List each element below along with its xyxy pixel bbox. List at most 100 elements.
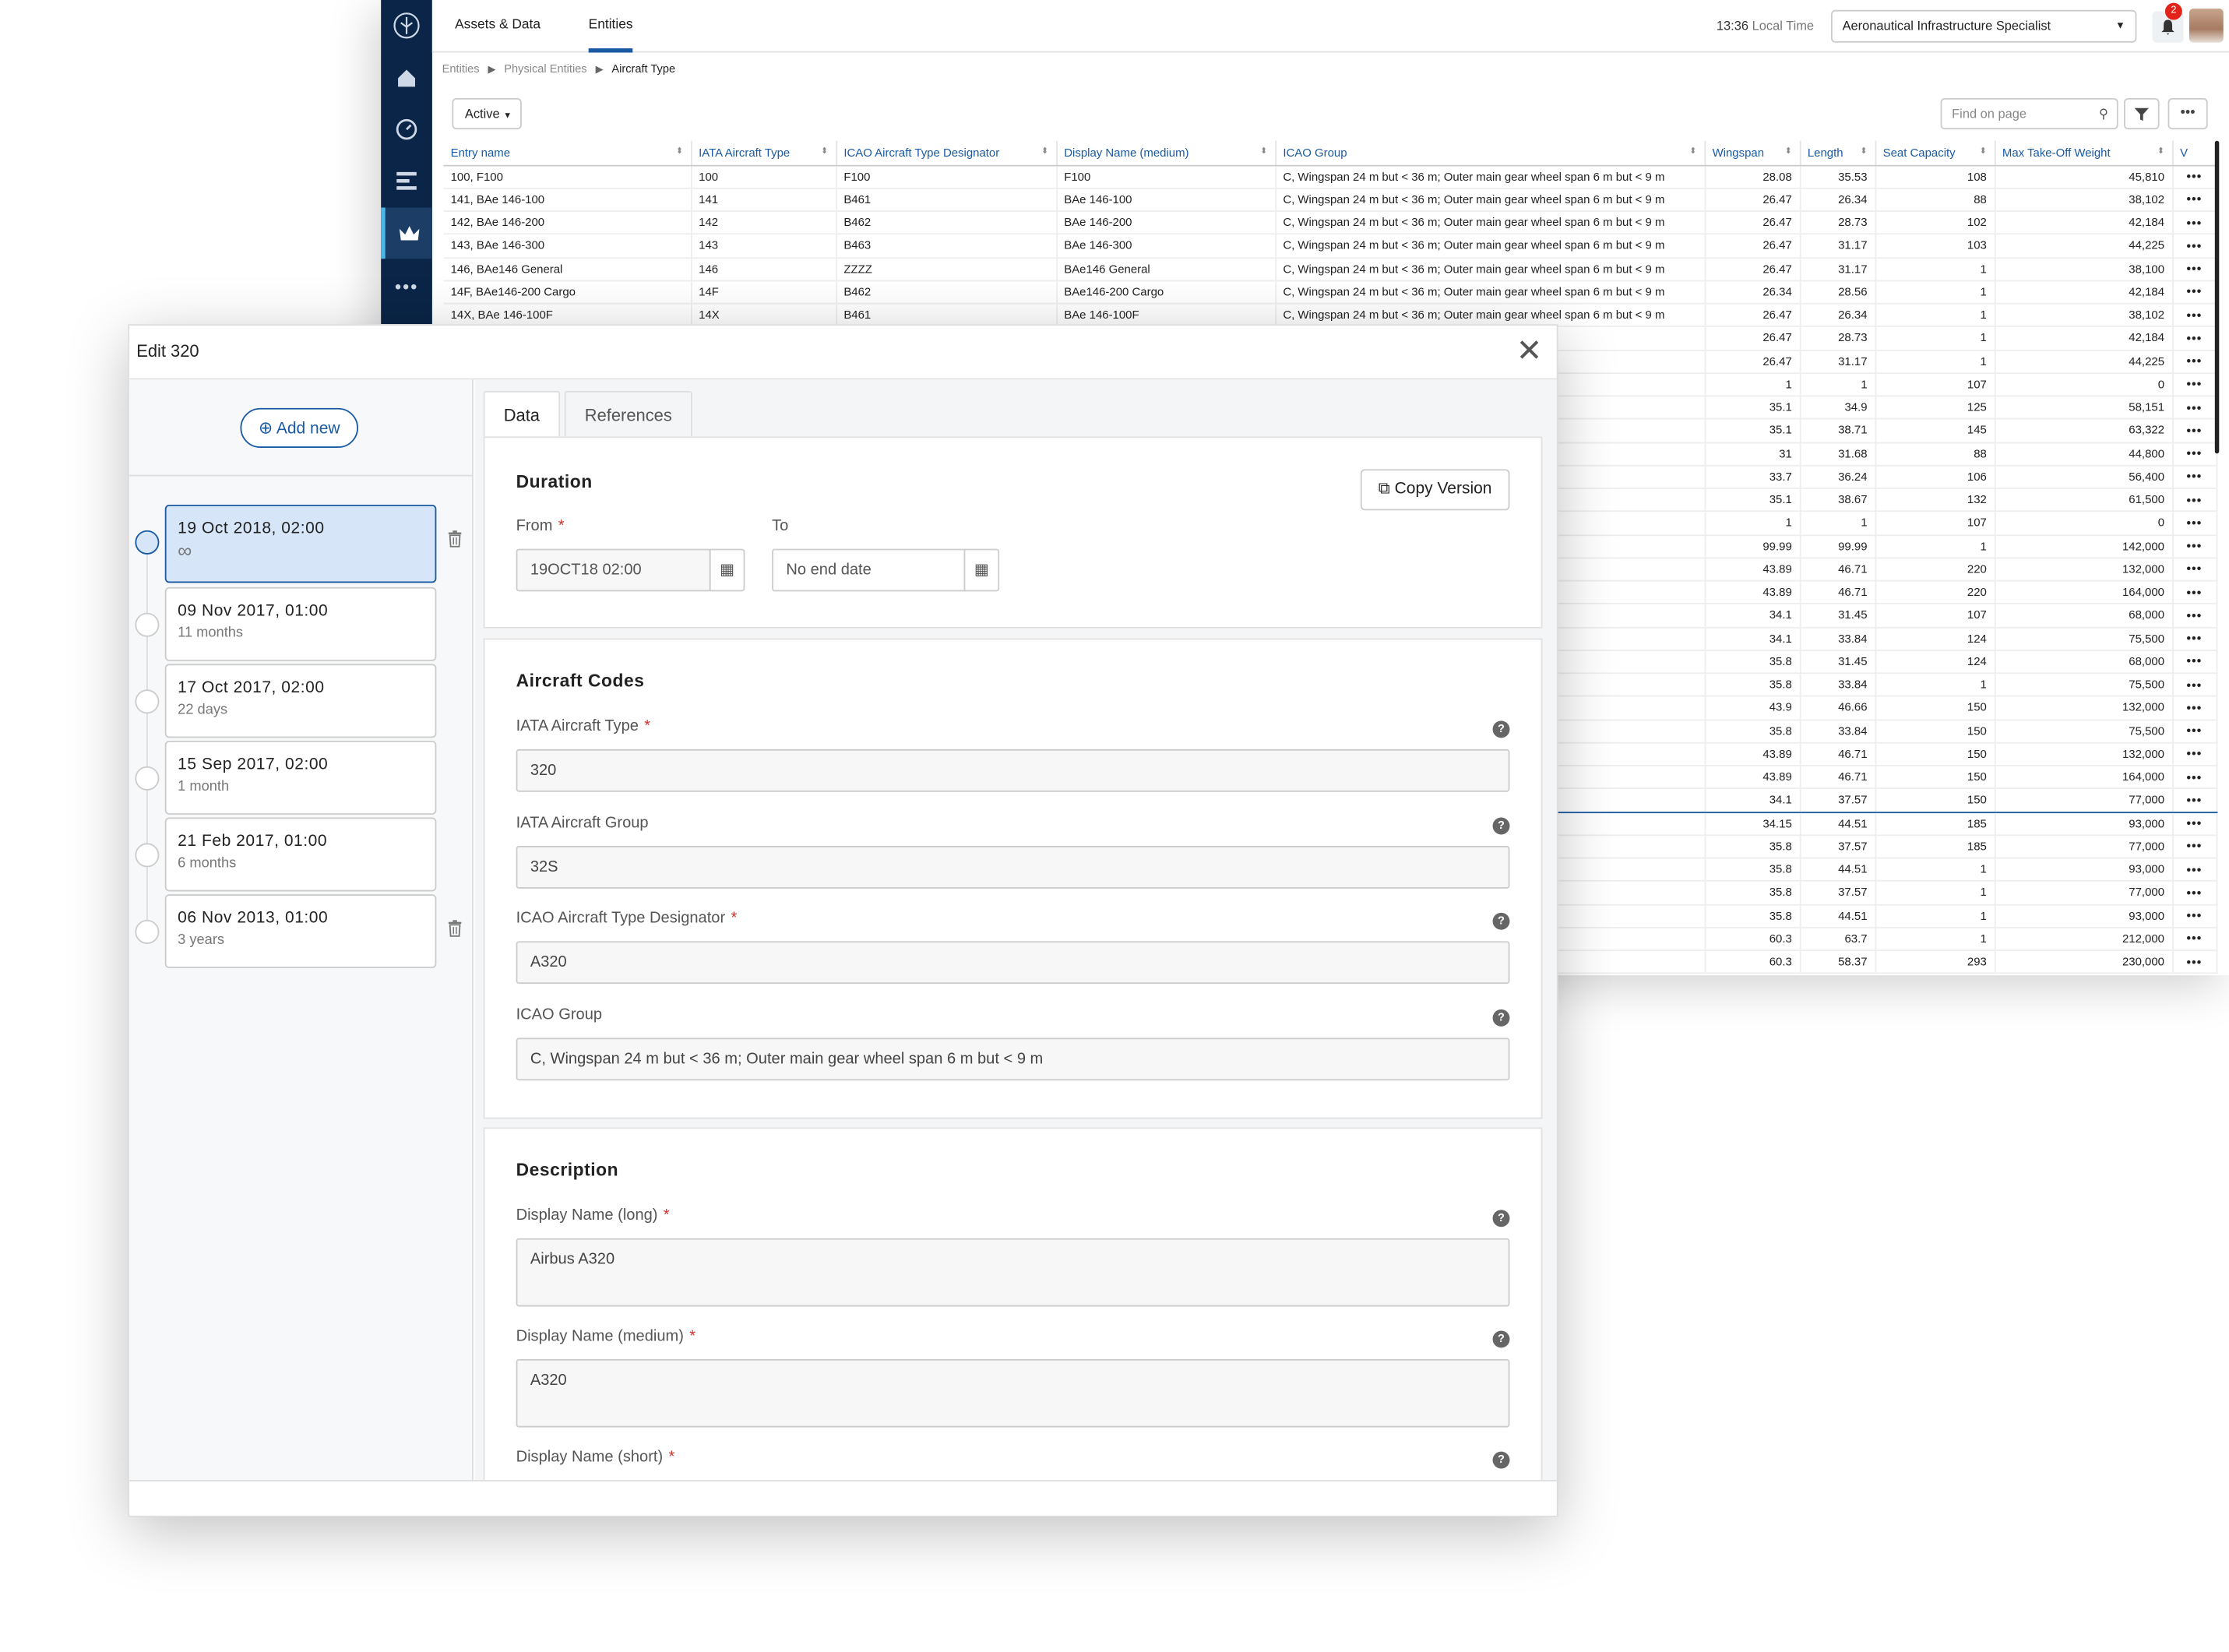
row-actions-icon[interactable]: ••• <box>2172 396 2217 420</box>
breadcrumb-entities[interactable]: Entities <box>442 62 480 75</box>
column-header[interactable]: ICAO Aircraft Type Designator ⬍ <box>836 140 1058 166</box>
column-header[interactable]: Length ⬍ <box>1799 140 1876 166</box>
close-icon[interactable]: ✕ <box>1516 333 1543 369</box>
sort-icon[interactable]: ⬍ <box>676 146 683 156</box>
from-date-input[interactable]: 19OCT18 02:00 <box>516 548 711 592</box>
status-filter-dropdown[interactable]: Active ▼ <box>452 97 522 130</box>
row-actions-icon[interactable]: ••• <box>2172 742 2217 766</box>
row-actions-icon[interactable]: ••• <box>2172 211 2217 235</box>
sort-icon[interactable]: ⬍ <box>2157 146 2164 156</box>
version-card[interactable]: 17 Oct 2017, 02:00 22 days <box>164 664 437 738</box>
row-actions-icon[interactable]: ••• <box>2172 257 2217 281</box>
column-header[interactable]: Entry name ⬍ <box>443 140 692 166</box>
to-date-input[interactable]: No end date <box>772 548 967 592</box>
column-header[interactable]: Max Take-Off Weight ⬍ <box>1994 140 2173 166</box>
row-actions-icon[interactable]: ••• <box>2172 719 2217 744</box>
gauge-icon[interactable] <box>381 104 432 155</box>
column-header[interactable]: ICAO Group ⬍ <box>1275 140 1706 166</box>
table-row[interactable]: 14F, BAe146-200 Cargo 14F B462 BAe146-200 C… <box>443 280 2217 305</box>
timeline-dot[interactable] <box>135 843 160 868</box>
row-actions-icon[interactable]: ••• <box>2172 950 2217 974</box>
column-header[interactable]: Display Name (medium) ⬍ <box>1056 140 1276 166</box>
timeline-dot[interactable] <box>135 766 160 791</box>
table-scrollbar[interactable] <box>2214 140 2220 454</box>
breadcrumb-physical-entities[interactable]: Physical Entities <box>504 62 586 75</box>
row-actions-icon[interactable]: ••• <box>2172 881 2217 905</box>
row-actions-icon[interactable]: ••• <box>2172 372 2217 397</box>
column-header[interactable]: IATA Aircraft Type ⬍ <box>691 140 837 166</box>
column-header[interactable]: V <box>2172 140 2217 166</box>
sort-icon[interactable]: ⬍ <box>1260 146 1267 156</box>
row-actions-icon[interactable]: ••• <box>2172 927 2217 952</box>
display-name-medium-textarea[interactable]: A320 <box>516 1358 1510 1428</box>
help-icon[interactable]: ? <box>1492 1210 1510 1228</box>
column-header[interactable]: Wingspan ⬍ <box>1704 140 1801 166</box>
version-card[interactable]: 09 Nov 2017, 01:00 11 months <box>164 586 437 661</box>
search-icon[interactable]: ⚲ <box>2099 100 2108 129</box>
timeline-dot[interactable] <box>135 530 160 555</box>
help-icon[interactable]: ? <box>1492 1009 1510 1027</box>
sort-icon[interactable]: ⬍ <box>1041 146 1048 156</box>
table-row[interactable]: 14X, BAe 146-100F 14X B461 BAe 146-100F C, W… <box>443 303 2217 328</box>
row-actions-icon[interactable]: ••• <box>2172 858 2217 882</box>
version-card[interactable]: 06 Nov 2013, 01:00 3 years <box>164 894 437 969</box>
filter-icon[interactable] <box>2123 97 2160 130</box>
avatar[interactable] <box>2189 8 2224 43</box>
help-icon[interactable]: ? <box>1492 912 1510 930</box>
row-actions-icon[interactable]: ••• <box>2172 188 2217 212</box>
calendar-icon[interactable]: ▦ <box>963 548 1000 592</box>
row-actions-icon[interactable]: ••• <box>2172 812 2217 836</box>
sort-icon[interactable]: ⬍ <box>1689 146 1696 156</box>
row-actions-icon[interactable]: ••• <box>2172 442 2217 467</box>
row-actions-icon[interactable]: ••• <box>2172 350 2217 374</box>
row-actions-icon[interactable]: ••• <box>2172 650 2217 675</box>
tab-assets-data[interactable]: Assets & Data <box>455 0 541 53</box>
home-icon[interactable] <box>381 53 432 104</box>
display-name-long-textarea[interactable]: Airbus A320 <box>516 1238 1510 1307</box>
timeline-dot[interactable] <box>135 612 160 637</box>
row-actions-icon[interactable]: ••• <box>2172 580 2217 605</box>
more-options-icon[interactable]: ••• <box>2167 97 2208 130</box>
row-actions-icon[interactable]: ••• <box>2172 534 2217 558</box>
row-actions-icon[interactable]: ••• <box>2172 557 2217 582</box>
sort-icon[interactable]: ⬍ <box>821 146 828 156</box>
sort-icon[interactable]: ⬍ <box>1980 146 1987 156</box>
row-actions-icon[interactable]: ••• <box>2172 903 2217 928</box>
column-header[interactable]: Seat Capacity ⬍ <box>1875 140 1995 166</box>
table-row[interactable]: 142, BAe 146-200 142 B462 BAe 146-200 C, Win… <box>443 211 2217 235</box>
row-actions-icon[interactable]: ••• <box>2172 419 2217 443</box>
sort-icon[interactable]: ⬍ <box>1785 146 1792 156</box>
table-row[interactable]: 141, BAe 146-100 141 B461 BAe 146-100 C, Win… <box>443 188 2217 212</box>
row-actions-icon[interactable]: ••• <box>2172 234 2217 259</box>
table-row[interactable]: 146, BAe146 General 146 ZZZZ BAe146 General… <box>443 257 2217 281</box>
calendar-icon[interactable]: ▦ <box>709 548 745 592</box>
list-icon[interactable] <box>381 155 432 206</box>
version-card[interactable]: 15 Sep 2017, 02:00 1 month <box>164 740 437 815</box>
row-actions-icon[interactable]: ••• <box>2172 604 2217 628</box>
table-row[interactable]: 100, F100 100 F100 F100 C, Wingspan 24 m but… <box>443 164 2217 189</box>
row-actions-icon[interactable]: ••• <box>2172 488 2217 513</box>
version-card[interactable]: 21 Feb 2017, 01:00 6 months <box>164 817 437 892</box>
find-on-page-input[interactable]: Find on page ⚲ <box>1940 97 2118 130</box>
row-actions-icon[interactable]: ••• <box>2172 626 2217 651</box>
help-icon[interactable]: ? <box>1492 720 1510 738</box>
sort-icon[interactable]: ⬍ <box>1860 146 1867 156</box>
row-actions-icon[interactable]: ••• <box>2172 280 2217 305</box>
icao-group-input[interactable]: C, Wingspan 24 m but < 36 m; Outer main … <box>516 1037 1510 1081</box>
help-icon[interactable]: ? <box>1492 817 1510 835</box>
trash-icon[interactable] <box>448 530 462 551</box>
row-actions-icon[interactable]: ••• <box>2172 696 2217 720</box>
row-actions-icon[interactable]: ••• <box>2172 673 2217 697</box>
help-icon[interactable]: ? <box>1492 1451 1510 1469</box>
iata-type-input[interactable]: 320 <box>516 749 1510 792</box>
row-actions-icon[interactable]: ••• <box>2172 465 2217 489</box>
table-row[interactable]: 143, BAe 146-300 143 B463 BAe 146-300 C, Win… <box>443 234 2217 259</box>
copy-version-button[interactable]: ⧉ Copy Version <box>1360 469 1510 511</box>
add-new-button[interactable]: ⊕ Add new <box>240 407 358 448</box>
row-actions-icon[interactable]: ••• <box>2172 834 2217 859</box>
row-actions-icon[interactable]: ••• <box>2172 787 2217 813</box>
timeline-dot[interactable] <box>135 689 160 714</box>
iata-group-input[interactable]: 32S <box>516 846 1510 889</box>
icao-type-input[interactable]: A320 <box>516 941 1510 985</box>
role-select[interactable]: Aeronautical Infrastructure Specialist ▼ <box>1830 9 2137 43</box>
